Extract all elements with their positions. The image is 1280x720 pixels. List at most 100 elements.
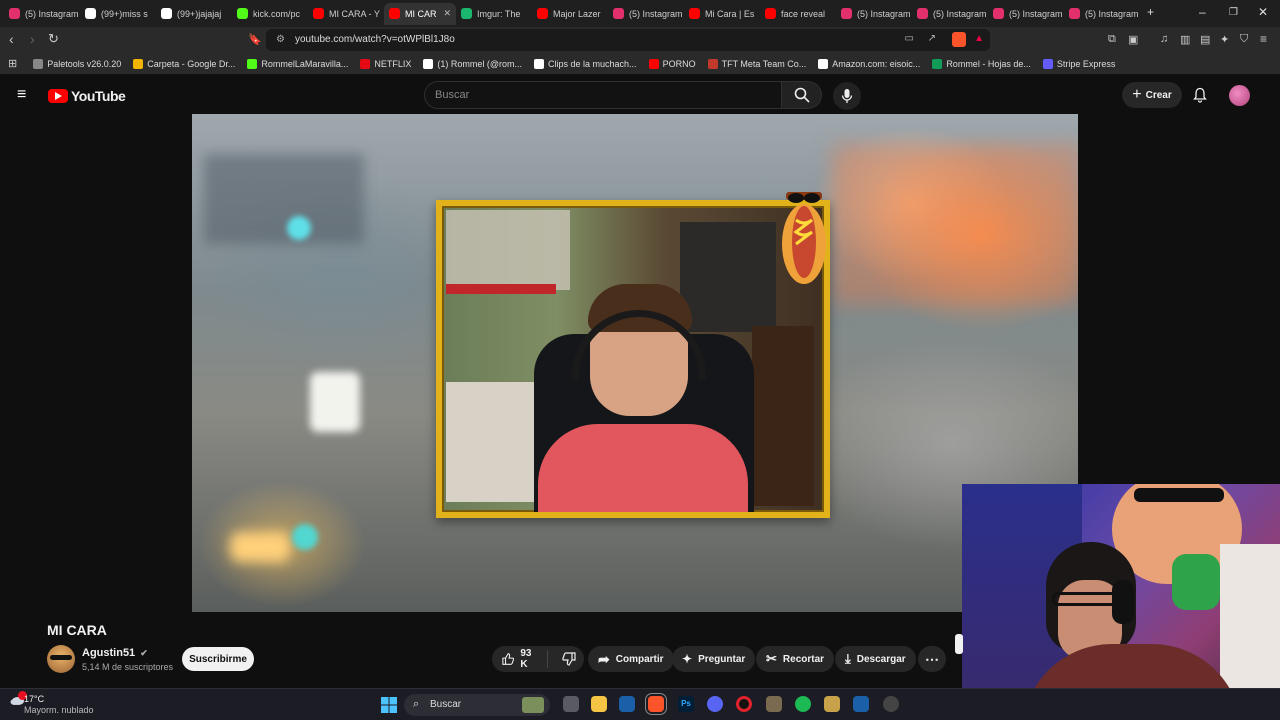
tab-label: Major Lazer — [553, 8, 601, 19]
taskbar-search[interactable]: ⌕ Buscar — [404, 694, 550, 716]
bookmark-item[interactable]: (1) Rommel (@rom... — [423, 58, 522, 69]
thumbs-down-icon — [562, 652, 576, 666]
bookmark-item[interactable]: Stripe Express — [1042, 58, 1115, 69]
bookmark-item[interactable]: RommelLaMaravilla... — [247, 58, 349, 69]
clip-label: Recortar — [782, 653, 825, 665]
browser-tab[interactable]: (99+)jajajaj — [156, 3, 232, 25]
spotify-icon[interactable] — [795, 696, 811, 712]
sidebar-icon[interactable]: ▥ — [1180, 33, 1190, 46]
voice-search-button[interactable] — [833, 82, 861, 110]
bookmark-label: RommelLaMaravilla... — [261, 58, 349, 69]
search-button[interactable] — [782, 81, 822, 109]
browser-tab[interactable]: (5) Instagram — [1064, 3, 1140, 25]
browser-tab[interactable]: kick.com/pc — [232, 3, 308, 25]
browser-tab[interactable]: MI CARA - Y — [308, 3, 384, 25]
background-light — [310, 372, 360, 432]
close-window-button[interactable]: ✕ — [1258, 5, 1268, 19]
tab-label: (5) Instagram — [857, 8, 911, 19]
account-avatar[interactable] — [1229, 85, 1250, 106]
youtube-logo[interactable]: YouTube — [48, 88, 126, 104]
windows-start-icon[interactable] — [381, 697, 397, 713]
opera-gx-icon[interactable] — [736, 696, 752, 712]
browser-tab[interactable]: Major Lazer — [532, 3, 608, 25]
channel-avatar[interactable] — [47, 645, 75, 673]
browser-tab[interactable]: (5) Instagram — [4, 3, 80, 25]
webcam-overlay — [962, 484, 1280, 720]
browser-tab[interactable]: (5) Instagram — [836, 3, 912, 25]
file-explorer-icon[interactable] — [591, 696, 607, 712]
bookmark-item[interactable]: Amazon.com: eisoic... — [818, 58, 920, 69]
share-page-icon[interactable]: ↗ — [928, 33, 936, 44]
discord-icon[interactable] — [707, 696, 723, 712]
weather-widget[interactable] — [10, 691, 27, 711]
brave-shields-icon[interactable] — [952, 32, 966, 47]
wallet-2-icon[interactable]: ▤ — [1200, 33, 1210, 46]
steam-icon[interactable] — [619, 696, 635, 712]
ask-button[interactable]: ✦ Preguntar — [672, 646, 756, 672]
bookmark-item[interactable]: Paletools v26.0.20 — [33, 58, 121, 69]
restore-button[interactable]: ❐ — [1229, 7, 1238, 18]
obs-icon[interactable] — [883, 696, 899, 712]
leo-ai-icon[interactable]: ✦ — [1220, 33, 1229, 46]
video-player[interactable] — [192, 114, 1078, 612]
browser-tab[interactable]: (5) Instagram — [608, 3, 684, 25]
channel-name-link[interactable]: Agustin51 ✔ — [82, 647, 148, 659]
bookmark-item[interactable]: NETFLIX — [360, 58, 411, 69]
browser-tab[interactable]: (5) Instagram — [988, 3, 1064, 25]
wallet-icon[interactable]: ▣ — [1128, 33, 1138, 46]
address-bar[interactable]: ⚙ youtube.com/watch?v=otWPlBl1J8o ▭ ↗ ▲ — [266, 29, 990, 51]
red-shelf — [446, 284, 556, 294]
red-shirt — [538, 424, 748, 512]
back-icon[interactable]: ‹ — [9, 31, 14, 47]
instagram-icon — [993, 8, 1004, 19]
share-button[interactable]: ➦ Compartir — [588, 646, 674, 672]
photoshop-icon[interactable]: Ps — [678, 696, 694, 712]
browser-tab[interactable]: (5) Instagram — [912, 3, 988, 25]
task-view-icon[interactable] — [563, 696, 579, 712]
notifications-bell-icon[interactable] — [1192, 87, 1208, 103]
apps-icon[interactable]: ⊞ — [8, 57, 17, 70]
bookmark-item[interactable]: TFT Meta Team Co... — [707, 58, 806, 69]
browser-tab[interactable]: Imgur: The — [456, 3, 532, 25]
league-icon[interactable] — [824, 696, 840, 712]
search-input[interactable]: Buscar — [424, 81, 782, 109]
tab-label: (5) Instagram — [933, 8, 987, 19]
extensions-icon[interactable]: ⧉ — [1108, 33, 1116, 46]
bookmark-item[interactable]: Carpeta - Google Dr... — [133, 58, 235, 69]
steam-2-icon[interactable] — [853, 696, 869, 712]
tab-strip: (5) Instagram (99+)miss s (99+)jajajaj kick… — [0, 0, 1280, 27]
tab-label: (99+)jajajaj — [177, 8, 222, 19]
like-button[interactable]: 93 K — [492, 648, 548, 670]
close-tab-icon[interactable]: ✕ — [443, 8, 451, 19]
browser-tab[interactable]: Mi Cara | Es — [684, 3, 760, 25]
bookmark-item[interactable]: Rommel - Hojas de... — [932, 58, 1031, 69]
reload-icon[interactable]: ↻ — [48, 31, 59, 47]
cast-icon[interactable]: ▭ — [905, 33, 914, 44]
notepad-icon[interactable] — [766, 696, 782, 712]
new-tab-button[interactable]: + — [1147, 5, 1154, 19]
menu-icon[interactable]: ≡ — [1260, 32, 1267, 46]
vpn-icon[interactable]: ⛉ — [1240, 33, 1248, 46]
bookmark-item[interactable]: PORNO — [648, 58, 696, 69]
media-icon[interactable]: ♫ — [1160, 33, 1168, 45]
tab-label: (5) Instagram — [25, 8, 79, 19]
bookmark-item[interactable]: Clips de la muchach... — [534, 58, 637, 69]
brave-browser-icon[interactable] — [645, 693, 667, 715]
browser-tab[interactable]: (99+)miss s — [80, 3, 156, 25]
create-button[interactable]: + Crear — [1122, 82, 1182, 108]
browser-tab[interactable]: face reveal — [760, 3, 836, 25]
browser-tab[interactable]: MI CAR ✕ — [384, 2, 456, 25]
dislike-button[interactable] — [554, 652, 584, 666]
clip-button[interactable]: ✂ Recortar — [756, 646, 835, 672]
site-info-icon[interactable]: ⚙ — [276, 34, 285, 45]
minimize-button[interactable]: – — [1199, 5, 1206, 19]
download-button[interactable]: ⤓ Descargar — [835, 646, 916, 672]
share-icon: ➦ — [598, 650, 610, 667]
bookmark-icon[interactable]: 🔖 — [248, 33, 262, 46]
forward-icon[interactable]: › — [30, 31, 35, 47]
subscribe-button[interactable]: Suscribirme — [182, 647, 254, 671]
brave-rewards-icon[interactable]: ▲ — [974, 33, 984, 44]
url-text[interactable]: youtube.com/watch?v=otWPlBl1J8o — [295, 34, 455, 45]
more-actions-button[interactable]: ⋯ — [918, 646, 946, 672]
hamburger-menu-icon[interactable]: ≡ — [17, 86, 26, 104]
